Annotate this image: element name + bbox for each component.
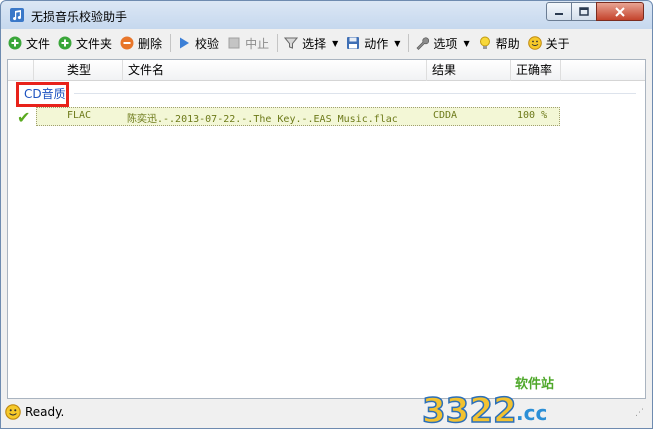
stop-button[interactable]: 中止 bbox=[224, 32, 272, 54]
minimize-button[interactable] bbox=[546, 2, 572, 21]
row-accuracy: 100 % bbox=[517, 110, 548, 121]
table-row[interactable]: FLAC 陈奕迅.-.2013-07-22.-.The Key.-.EAS Mu… bbox=[36, 107, 560, 126]
window-title: 无损音乐校验助手 bbox=[31, 10, 128, 24]
smiley-icon bbox=[527, 36, 542, 50]
close-icon bbox=[615, 6, 625, 17]
verify-button[interactable]: 校验 bbox=[174, 32, 222, 54]
toolbar: 文件 文件夹 删除 校验 中止 选择 ▼ 动作 ▼ 选项 ▼ 帮助 关于 bbox=[5, 31, 648, 55]
status-text: Ready. bbox=[25, 405, 65, 419]
row-filename: 陈奕迅.-.2013-07-22.-.The Key.-.EAS Music.f… bbox=[127, 114, 398, 125]
minimize-icon bbox=[555, 12, 563, 15]
column-header-result[interactable]: 结果 bbox=[427, 60, 511, 81]
group-label[interactable]: CD音质 bbox=[24, 85, 66, 102]
dropdown-arrow-icon: ▼ bbox=[394, 38, 401, 48]
list-header: 类型 文件名 结果 正确率 bbox=[8, 60, 645, 81]
app-window: 无损音乐校验助手 文件 文件夹 删除 校验 中止 选择 ▼ 动作 ▼ 选项 ▼ … bbox=[0, 0, 653, 430]
add-file-label: 文件 bbox=[26, 36, 51, 51]
row-result: CDDA bbox=[433, 110, 458, 121]
save-icon bbox=[347, 37, 360, 49]
add-icon bbox=[8, 36, 22, 50]
select-dropdown[interactable]: 选择 ▼ bbox=[281, 32, 341, 54]
row-type: FLAC bbox=[67, 110, 92, 121]
smiley-icon bbox=[5, 404, 21, 420]
column-header-type[interactable]: 类型 bbox=[62, 60, 123, 81]
add-folder-button[interactable]: 文件夹 bbox=[55, 32, 115, 54]
watermark-label: 软件站 bbox=[515, 376, 554, 392]
remove-icon bbox=[120, 36, 134, 50]
options-dropdown[interactable]: 选项 ▼ bbox=[412, 32, 472, 54]
about-label: 关于 bbox=[545, 36, 570, 51]
verify-label: 校验 bbox=[195, 36, 220, 51]
resize-grip-icon[interactable]: ⋰ bbox=[635, 408, 644, 418]
wrench-icon bbox=[416, 37, 430, 50]
about-button[interactable]: 关于 bbox=[525, 32, 573, 54]
add-file-button[interactable]: 文件 bbox=[5, 32, 53, 54]
dropdown-arrow-icon: ▼ bbox=[332, 38, 339, 48]
file-list[interactable]: 类型 文件名 结果 正确率 CD音质 ✔ FLAC 陈奕迅.-.2013-07-… bbox=[7, 59, 646, 430]
toolbar-separator bbox=[170, 34, 172, 52]
music-note-icon bbox=[10, 8, 24, 22]
status-bar: Ready. ⋰ bbox=[5, 402, 648, 422]
action-label: 动作 bbox=[364, 36, 389, 51]
title-bar[interactable]: 无损音乐校验助手 bbox=[1, 1, 652, 29]
add-icon bbox=[58, 36, 72, 50]
help-label: 帮助 bbox=[495, 36, 520, 51]
toolbar-separator bbox=[408, 34, 410, 52]
column-header-filename[interactable]: 文件名 bbox=[123, 60, 427, 81]
toolbar-separator bbox=[277, 34, 279, 52]
delete-label: 删除 bbox=[138, 36, 163, 51]
column-header-status[interactable] bbox=[8, 60, 34, 81]
stop-icon bbox=[228, 37, 240, 49]
action-dropdown[interactable]: 动作 ▼ bbox=[343, 32, 403, 54]
filter-icon bbox=[284, 37, 299, 49]
play-icon bbox=[180, 37, 190, 49]
maximize-icon bbox=[579, 6, 589, 16]
checkmark-icon: ✔ bbox=[17, 108, 31, 127]
help-button[interactable]: 帮助 bbox=[475, 32, 523, 54]
options-label: 选项 bbox=[433, 36, 458, 51]
column-header-accuracy[interactable]: 正确率 bbox=[511, 60, 561, 81]
delete-button[interactable]: 删除 bbox=[117, 32, 165, 54]
maximize-button[interactable] bbox=[571, 2, 597, 21]
select-label: 选择 bbox=[302, 36, 327, 51]
group-divider bbox=[74, 93, 636, 94]
close-button[interactable] bbox=[596, 2, 644, 21]
stop-label: 中止 bbox=[245, 36, 270, 51]
dropdown-arrow-icon: ▼ bbox=[463, 38, 470, 48]
lightbulb-icon bbox=[479, 36, 490, 49]
add-folder-label: 文件夹 bbox=[76, 36, 113, 51]
